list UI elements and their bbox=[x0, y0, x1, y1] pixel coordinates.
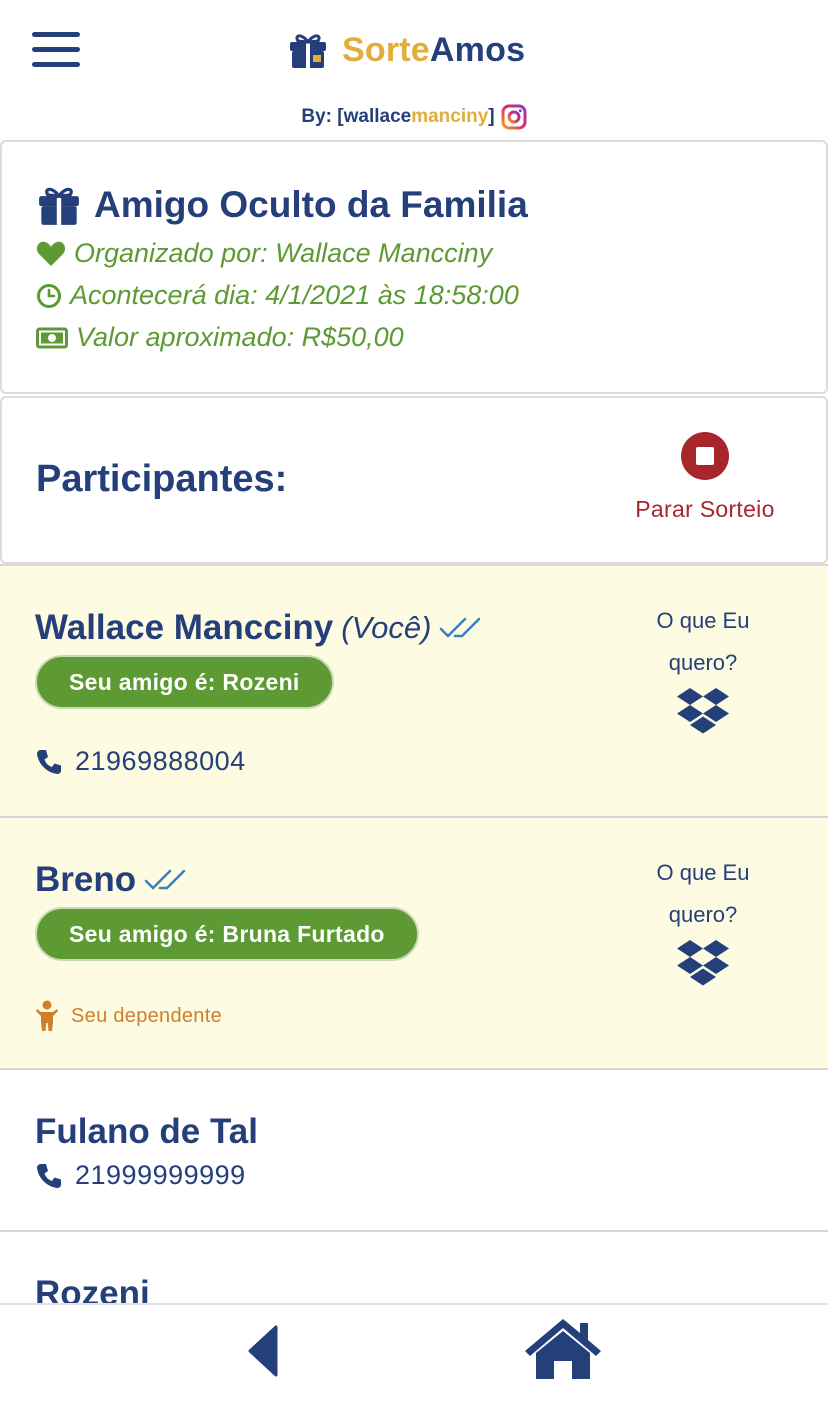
participant-phone-row: 21999999999 bbox=[35, 1160, 246, 1191]
stop-draw-button[interactable]: Parar Sorteio bbox=[622, 432, 788, 528]
event-date-row: Acontecerá dia: 4/1/2021 às 18:58:00 bbox=[36, 280, 519, 311]
wishlist-label: O que Eu quero? bbox=[656, 608, 750, 675]
participant-phone: 21969888004 bbox=[75, 746, 246, 776]
money-bill-icon bbox=[36, 327, 68, 348]
phone-icon bbox=[37, 749, 61, 774]
byline: By: [wallacemanciny] bbox=[0, 104, 828, 130]
participant-name-row: Breno bbox=[35, 860, 188, 900]
stop-icon bbox=[681, 432, 729, 480]
double-check-icon bbox=[440, 617, 481, 638]
participant-name: Breno bbox=[35, 860, 137, 899]
double-check-icon bbox=[144, 869, 186, 890]
participant-row: Breno Seu amigo é: Bruna Furtado Seu dep… bbox=[0, 816, 828, 1070]
participant-name-row: Fulano de Tal bbox=[35, 1112, 258, 1152]
dependent-label: Seu dependente bbox=[71, 1004, 223, 1027]
byline-handle-part2: manciny bbox=[411, 106, 489, 127]
gift-icon bbox=[39, 187, 79, 225]
wishlist-label: O que Eu quero? bbox=[656, 860, 750, 927]
participant-row: Rozeni bbox=[0, 1230, 828, 1304]
hamburger-menu-button[interactable] bbox=[32, 32, 80, 68]
participants-header-card: Participantes: Parar Sorteio bbox=[0, 396, 828, 564]
participant-name-row: Wallace Mancciny (Você) bbox=[35, 608, 483, 648]
dropbox-icon bbox=[677, 940, 729, 986]
brand-name-part1: Sorte bbox=[342, 30, 430, 69]
phone-icon bbox=[37, 1163, 61, 1188]
wishlist-button[interactable]: O que Eu quero? bbox=[630, 600, 776, 750]
child-icon bbox=[36, 1000, 58, 1031]
byline-text: By: [wallacemanciny] bbox=[301, 106, 494, 128]
participant-phone: 21999999999 bbox=[75, 1160, 246, 1190]
participant-phone-row: 21969888004 bbox=[35, 746, 246, 777]
secret-friend-badge[interactable]: Seu amigo é: Bruna Furtado bbox=[35, 907, 419, 961]
instagram-icon[interactable] bbox=[501, 104, 527, 130]
stop-draw-label: Parar Sorteio bbox=[635, 496, 775, 522]
participant-name: Wallace Mancciny bbox=[35, 608, 334, 647]
back-button[interactable] bbox=[246, 1323, 286, 1379]
clock-icon bbox=[37, 283, 61, 308]
brand-name-part2: Amos bbox=[429, 30, 526, 69]
wishlist-button[interactable]: O que Eu quero? bbox=[630, 852, 776, 1002]
byline-handle-part1: wallace bbox=[343, 106, 412, 127]
participant-row: Fulano de Tal 21999999999 bbox=[0, 1068, 828, 1232]
back-arrow-icon bbox=[248, 1325, 278, 1377]
dependent-row: Seu dependente bbox=[35, 1000, 222, 1032]
brand-logo: SorteAmos bbox=[288, 28, 525, 72]
event-value: Valor aproximado: R$50,00 bbox=[76, 322, 404, 352]
event-organizer: Organizado por: Wallace Mancciny bbox=[74, 238, 493, 268]
event-organizer-row: Organizado por: Wallace Mancciny bbox=[36, 238, 492, 269]
heart-icon bbox=[36, 241, 66, 266]
event-title-row: Amigo Oculto da Familia bbox=[36, 184, 528, 226]
participant-name: Rozeni bbox=[35, 1274, 150, 1304]
event-card: Amigo Oculto da Familia Organizado por: … bbox=[0, 140, 828, 394]
participant-you-label: (Você) bbox=[341, 610, 432, 645]
byline-prefix: By: [ bbox=[301, 106, 344, 127]
event-date: Acontecerá dia: 4/1/2021 às 18:58:00 bbox=[70, 280, 519, 310]
participant-name-row: Rozeni bbox=[35, 1274, 150, 1304]
gift-icon bbox=[290, 34, 326, 68]
participant-row: Wallace Mancciny (Você) Seu amigo é: Roz… bbox=[0, 564, 828, 818]
byline-suffix: ] bbox=[488, 106, 495, 127]
event-value-row: Valor aproximado: R$50,00 bbox=[36, 322, 404, 353]
event-title: Amigo Oculto da Familia bbox=[94, 184, 528, 225]
dropbox-icon bbox=[677, 688, 729, 734]
secret-friend-badge[interactable]: Seu amigo é: Rozeni bbox=[35, 655, 334, 709]
home-icon bbox=[525, 1319, 601, 1379]
participant-name: Fulano de Tal bbox=[35, 1112, 258, 1151]
bottom-navigation bbox=[0, 1303, 828, 1403]
participants-title: Participantes: bbox=[36, 458, 288, 500]
brand-name: SorteAmos bbox=[342, 31, 525, 70]
app-header: SorteAmos By: [wallacemanciny] bbox=[0, 0, 828, 140]
home-button[interactable] bbox=[522, 1315, 604, 1381]
